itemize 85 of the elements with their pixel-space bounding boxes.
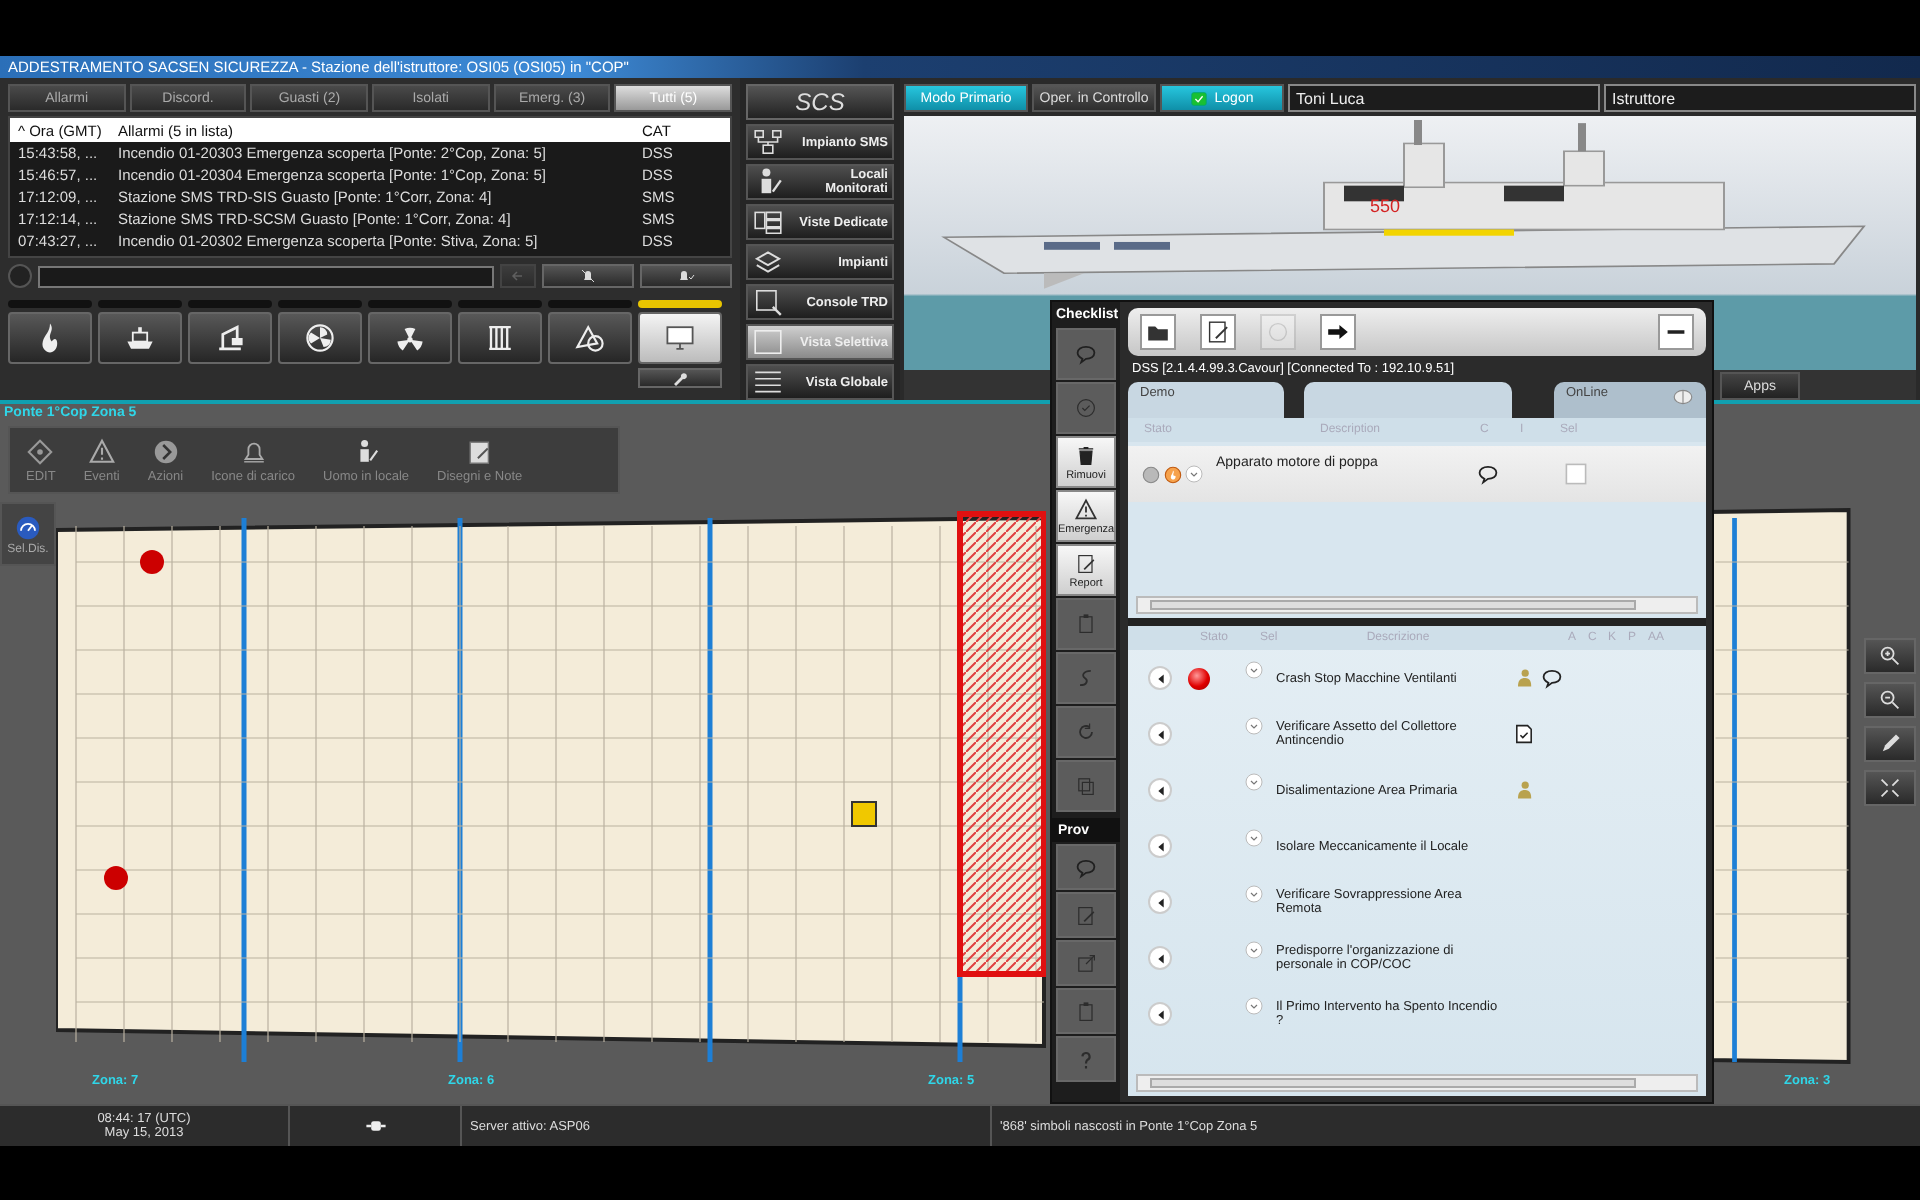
- warning-icon: [1074, 497, 1098, 521]
- notepad-icon: [465, 437, 494, 465]
- chevron-right-icon: [151, 437, 180, 465]
- speaker-button[interactable]: [1148, 666, 1172, 690]
- circle-icon: [1264, 318, 1292, 346]
- globe-icon: [1672, 386, 1694, 408]
- speaker-button[interactable]: [1148, 890, 1172, 914]
- scs-button[interactable]: SCS: [746, 84, 894, 120]
- speaker-button[interactable]: [1148, 946, 1172, 970]
- operator-field[interactable]: Toni Luca: [1288, 84, 1600, 112]
- category-button[interactable]: [98, 312, 182, 364]
- zoom-button[interactable]: [1864, 638, 1916, 674]
- comment-icon: [1074, 855, 1098, 879]
- indicator-light: [8, 264, 32, 288]
- alarm-marker-icon: [140, 550, 164, 574]
- gauge-icon: [14, 513, 42, 541]
- zoom-out-icon: [1878, 688, 1902, 712]
- notepad-icon: [1204, 318, 1232, 346]
- category-button[interactable]: [458, 312, 542, 364]
- speaker-button[interactable]: [1148, 722, 1172, 746]
- collapse-icon: [1878, 776, 1902, 800]
- notepad-button[interactable]: [1200, 314, 1236, 350]
- minimize-button[interactable]: [1658, 314, 1694, 350]
- check-circle-icon: [1074, 396, 1098, 420]
- copy-icon: [1074, 774, 1098, 798]
- trash-icon: [1074, 443, 1098, 467]
- role-field[interactable]: Istruttore: [1604, 84, 1916, 112]
- speaker-button[interactable]: [1148, 834, 1172, 858]
- alarm-marker-icon: [104, 866, 128, 890]
- diamond-icon: [26, 437, 55, 465]
- chevron-down-icon: [1244, 940, 1264, 960]
- report-icon: [1074, 903, 1098, 927]
- layers-icon: [752, 246, 784, 278]
- horizontal-scrollbar[interactable]: [1136, 1074, 1698, 1092]
- frame-icon: [752, 326, 784, 358]
- panels-icon: [752, 206, 784, 238]
- acknowledge-button[interactable]: [640, 264, 732, 288]
- pencil-icon: [1878, 732, 1902, 756]
- hull-number: 550: [1370, 196, 1401, 216]
- silence-button[interactable]: [542, 264, 634, 288]
- shapes-icon: [572, 320, 608, 356]
- zoom-button[interactable]: [1864, 770, 1916, 806]
- monitor-icon: [662, 320, 698, 356]
- export-icon: [1074, 951, 1098, 975]
- clipboard-icon: [1074, 999, 1098, 1023]
- bell-icon: [239, 437, 268, 465]
- chevron-down-icon: [1244, 996, 1264, 1016]
- zoom-button[interactable]: [1864, 682, 1916, 718]
- category-button[interactable]: [638, 312, 722, 364]
- forward-button[interactable]: [1320, 314, 1356, 350]
- arrow-left-icon: [508, 266, 528, 286]
- report-icon: [1074, 551, 1098, 575]
- speaker-button[interactable]: [1148, 1002, 1172, 1026]
- lines-icon: [752, 366, 784, 398]
- zoom-in-icon: [1878, 644, 1902, 668]
- status-light-icon: [1140, 463, 1162, 485]
- comment-icon: [1476, 462, 1500, 486]
- category-button[interactable]: [8, 312, 92, 364]
- refresh-icon: [1074, 720, 1098, 744]
- bell-check-icon: [676, 266, 696, 286]
- chevron-down-icon: [1184, 464, 1204, 484]
- category-button[interactable]: [278, 312, 362, 364]
- warning-icon: [87, 437, 116, 465]
- marker-icon: [851, 801, 877, 827]
- chevron-down-icon: [1244, 772, 1264, 792]
- zoom-button[interactable]: [1864, 726, 1916, 762]
- chevron-down-icon: [1244, 660, 1264, 680]
- horizontal-scrollbar[interactable]: [1136, 596, 1698, 614]
- category-button[interactable]: [548, 312, 632, 364]
- speaker-button[interactable]: [1148, 778, 1172, 802]
- check-icon: [1190, 89, 1209, 107]
- network-icon: [752, 126, 784, 158]
- category-button[interactable]: [368, 312, 452, 364]
- chevron-down-icon: [1244, 716, 1264, 736]
- comment-icon: [1074, 342, 1098, 366]
- clipboard-icon: [1074, 612, 1098, 636]
- checkbox-icon: [1560, 458, 1592, 490]
- tools-button[interactable]: [638, 368, 722, 388]
- fan-icon: [302, 320, 338, 356]
- category-button[interactable]: [188, 312, 272, 364]
- folder-button[interactable]: [1140, 314, 1176, 350]
- chevron-down-icon: [1244, 884, 1264, 904]
- console-icon: [752, 286, 784, 318]
- chevron-down-icon: [1244, 828, 1264, 848]
- wrench-icon: [670, 368, 690, 388]
